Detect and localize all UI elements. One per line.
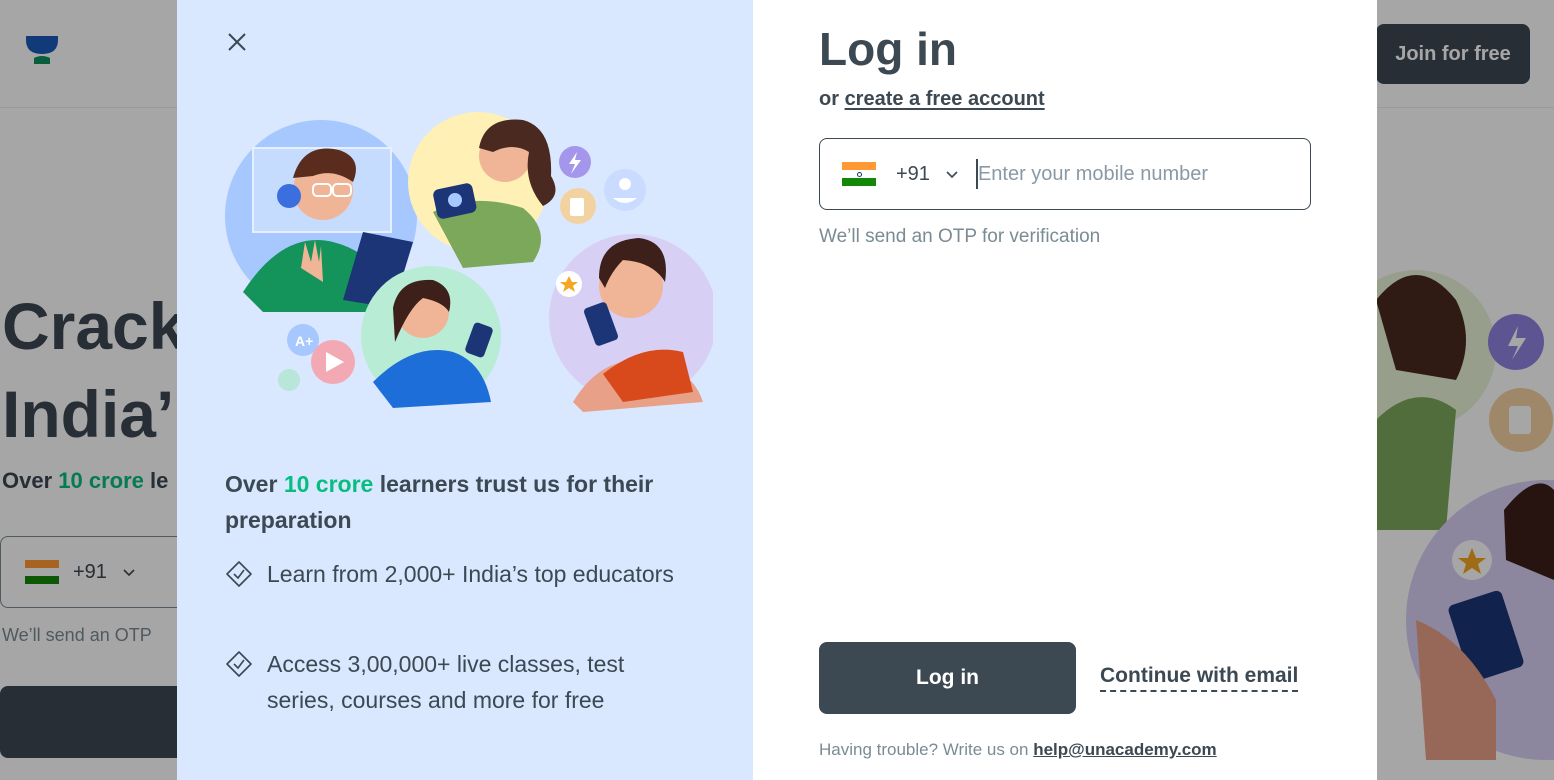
trust-statement: Over 10 crore learners trust us for thei…	[225, 471, 654, 533]
country-code-select[interactable]: +91	[896, 163, 930, 186]
close-icon[interactable]	[225, 30, 249, 54]
feature-text: Access 3,00,000+ live classes, test seri…	[267, 651, 625, 713]
login-modal: A+ Over 10 crore learners trust us for t…	[177, 0, 1377, 780]
feature-bullet-educators: Learn from 2,000+ India’s top educators	[225, 556, 695, 592]
feature-text: Learn from 2,000+ India’s top educators	[267, 561, 674, 587]
modal-promo-panel: A+ Over 10 crore learners trust us for t…	[177, 0, 753, 780]
mobile-number-input[interactable]	[977, 154, 1278, 194]
help-text: Having trouble? Write us on help@unacade…	[819, 740, 1217, 759]
help-email-link[interactable]: help@unacademy.com	[1033, 740, 1216, 759]
continue-with-email-link[interactable]: Continue with email	[1100, 664, 1299, 692]
india-flag-icon	[842, 162, 876, 186]
login-button[interactable]: Log in	[819, 642, 1076, 714]
svg-text:A+: A+	[295, 333, 313, 349]
chevron-down-icon[interactable]	[944, 166, 960, 182]
phone-number-field: +91	[819, 138, 1311, 210]
check-diamond-icon	[226, 651, 252, 677]
create-account-link[interactable]: create a free account	[845, 88, 1045, 110]
check-diamond-icon	[226, 561, 252, 587]
learners-illustration: A+	[225, 112, 713, 412]
feature-bullet-classes: Access 3,00,000+ live classes, test seri…	[225, 646, 695, 718]
create-account-line: or create a free account	[819, 88, 1045, 110]
